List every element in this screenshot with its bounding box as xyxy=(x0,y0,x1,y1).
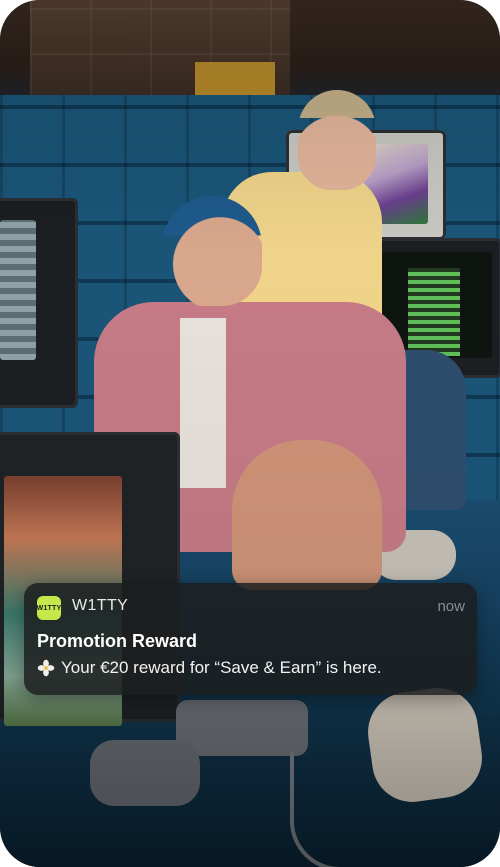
flower-icon xyxy=(37,659,55,677)
background-photo xyxy=(0,0,500,867)
notification-message-row: Your €20 reward for “Save & Earn” is her… xyxy=(37,658,467,678)
app-icon-label: W1TTY xyxy=(36,604,62,612)
notification-message: Your €20 reward for “Save & Earn” is her… xyxy=(61,658,382,677)
notification-app-name: W1TTY xyxy=(72,597,129,614)
app-icon: W1TTY xyxy=(37,596,61,620)
push-notification[interactable]: W1TTY W1TTY now Promotion Reward Your €2… xyxy=(24,583,477,695)
phone-screen: W1TTY W1TTY now Promotion Reward Your €2… xyxy=(0,0,500,867)
notification-time: now xyxy=(437,598,465,615)
photo-shade xyxy=(0,0,500,867)
notification-title: Promotion Reward xyxy=(37,631,198,651)
